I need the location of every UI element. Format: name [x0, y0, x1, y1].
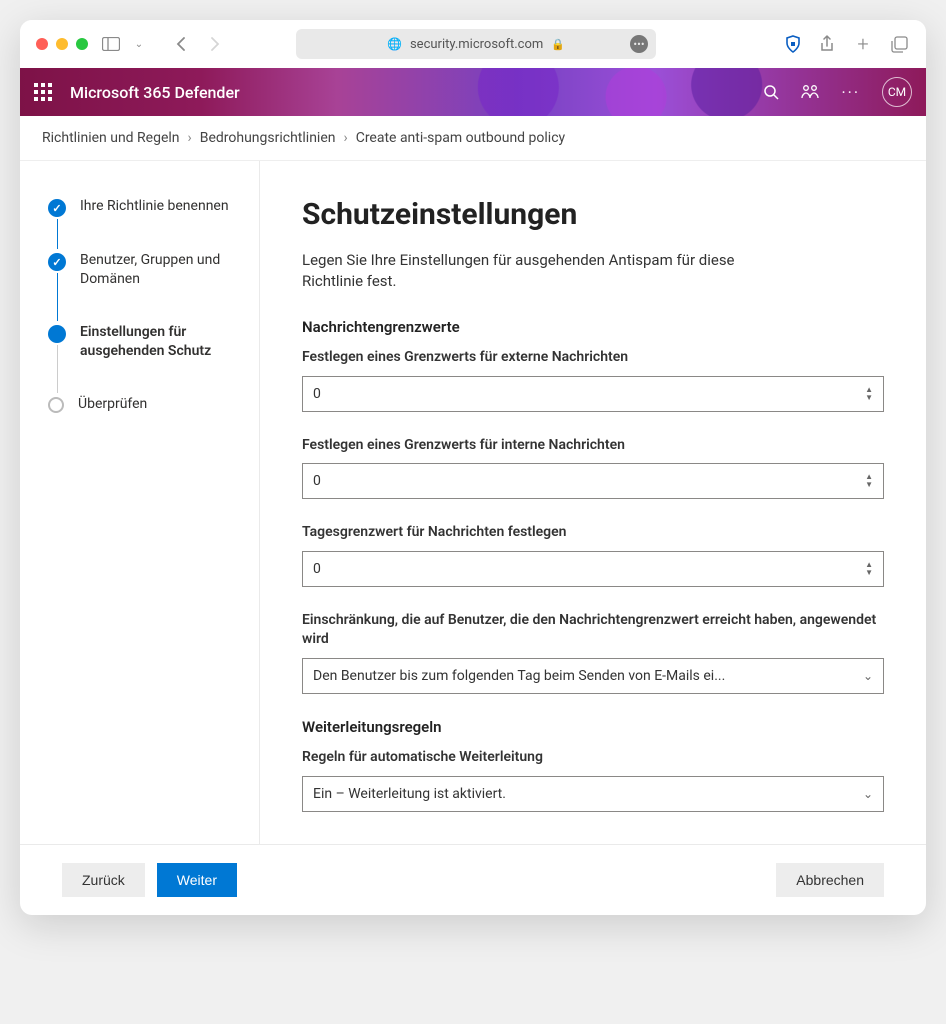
maximize-window-icon[interactable]	[76, 38, 88, 50]
chevron-down-icon[interactable]: ⌄	[128, 33, 150, 55]
chevron-down-icon: ⌄	[863, 787, 873, 801]
step-review[interactable]: Überprüfen	[48, 395, 239, 414]
privacy-shield-icon[interactable]	[784, 35, 802, 53]
step-pending-icon	[48, 397, 64, 413]
step-done-icon	[48, 253, 66, 271]
sidebar-toggle-icon[interactable]	[100, 33, 122, 55]
breadcrumb-item[interactable]: Bedrohungsrichtlinien	[200, 130, 336, 146]
next-button[interactable]: Weiter	[157, 863, 237, 897]
url-text: security.microsoft.com	[410, 37, 543, 52]
lock-icon: 🔒	[551, 38, 565, 51]
wizard-stepper: Ihre Richtlinie benennen Benutzer, Grupp…	[20, 161, 260, 844]
browser-toolbar: ⌄ 🌐 security.microsoft.com 🔒 ••• +	[20, 20, 926, 68]
step-name-policy[interactable]: Ihre Richtlinie benennen	[48, 197, 239, 251]
external-limit-label: Festlegen eines Grenzwerts für externe N…	[302, 348, 884, 368]
content-body: Ihre Richtlinie benennen Benutzer, Grupp…	[20, 160, 926, 844]
spinner-icon[interactable]: ▲▼	[865, 473, 873, 489]
app-launcher-icon[interactable]	[34, 83, 52, 101]
avatar[interactable]: CM	[882, 77, 912, 107]
breadcrumb-item[interactable]: Richtlinien und Regeln	[42, 130, 180, 146]
back-button[interactable]: Zurück	[62, 863, 145, 897]
close-window-icon[interactable]	[36, 38, 48, 50]
minimize-window-icon[interactable]	[56, 38, 68, 50]
restriction-select[interactable]: Den Benutzer bis zum folgenden Tag beim …	[302, 658, 884, 694]
spinner-icon[interactable]: ▲▼	[865, 386, 873, 402]
new-tab-icon[interactable]: +	[852, 33, 874, 55]
share-icon[interactable]	[816, 33, 838, 55]
wizard-footer: Zurück Weiter Abbrechen	[20, 844, 926, 915]
section-forward-title: Weiterleitungsregeln	[302, 718, 884, 736]
section-limits-title: Nachrichtengrenzwerte	[302, 318, 884, 336]
restriction-value: Den Benutzer bis zum folgenden Tag beim …	[313, 668, 725, 684]
step-users-groups[interactable]: Benutzer, Gruppen und Domänen	[48, 251, 239, 323]
internal-limit-input[interactable]: 0 ▲▼	[302, 463, 884, 499]
window-controls	[36, 38, 88, 50]
daily-limit-label: Tagesgrenzwert für Nachrichten festlegen	[302, 523, 884, 543]
tabs-overview-icon[interactable]	[888, 33, 910, 55]
app-title: Microsoft 365 Defender	[70, 83, 240, 102]
restriction-label: Einschränkung, die auf Benutzer, die den…	[302, 611, 884, 650]
step-label: Benutzer, Gruppen und Domänen	[80, 251, 239, 289]
back-icon[interactable]	[170, 33, 192, 55]
external-limit-input[interactable]: 0 ▲▼	[302, 376, 884, 412]
url-bar[interactable]: 🌐 security.microsoft.com 🔒 •••	[296, 29, 656, 59]
step-label: Ihre Richtlinie benennen	[80, 197, 229, 217]
avatar-initials: CM	[888, 85, 906, 99]
cancel-button[interactable]: Abbrechen	[776, 863, 884, 897]
breadcrumb: Richtlinien und Regeln › Bedrohungsricht…	[20, 116, 926, 160]
step-label: Einstellungen für ausgehenden Schutz	[80, 323, 239, 361]
spinner-icon[interactable]: ▲▼	[865, 561, 873, 577]
external-limit-value: 0	[313, 386, 321, 402]
page-title: Schutzeinstellungen	[302, 197, 884, 232]
page-subtitle: Legen Sie Ihre Einstellungen für ausgehe…	[302, 250, 762, 292]
app-header: Microsoft 365 Defender ··· CM	[20, 68, 926, 116]
internal-limit-value: 0	[313, 473, 321, 489]
org-icon[interactable]	[801, 84, 819, 100]
forward-icon	[204, 33, 226, 55]
step-outbound-protection[interactable]: Einstellungen für ausgehenden Schutz	[48, 323, 239, 395]
daily-limit-value: 0	[313, 561, 321, 577]
chevron-down-icon: ⌄	[863, 669, 873, 683]
step-done-icon	[48, 199, 66, 217]
breadcrumb-current: Create anti-spam outbound policy	[356, 130, 565, 146]
forward-rules-label: Regeln für automatische Weiterleitung	[302, 748, 884, 768]
reader-icon[interactable]: •••	[630, 35, 648, 53]
browser-window: ⌄ 🌐 security.microsoft.com 🔒 ••• +	[20, 20, 926, 915]
search-icon[interactable]	[763, 84, 779, 100]
main-panel: Schutzeinstellungen Legen Sie Ihre Einst…	[260, 161, 926, 844]
globe-icon: 🌐	[387, 37, 402, 51]
forward-rules-value: Ein – Weiterleitung ist aktiviert.	[313, 786, 506, 802]
internal-limit-label: Festlegen eines Grenzwerts für interne N…	[302, 436, 884, 456]
forward-rules-select[interactable]: Ein – Weiterleitung ist aktiviert. ⌄	[302, 776, 884, 812]
daily-limit-input[interactable]: 0 ▲▼	[302, 551, 884, 587]
step-label: Überprüfen	[78, 395, 147, 414]
more-icon[interactable]: ···	[841, 83, 860, 102]
chevron-right-icon: ›	[343, 130, 347, 146]
chevron-right-icon: ›	[188, 130, 192, 146]
step-current-icon	[48, 325, 66, 343]
